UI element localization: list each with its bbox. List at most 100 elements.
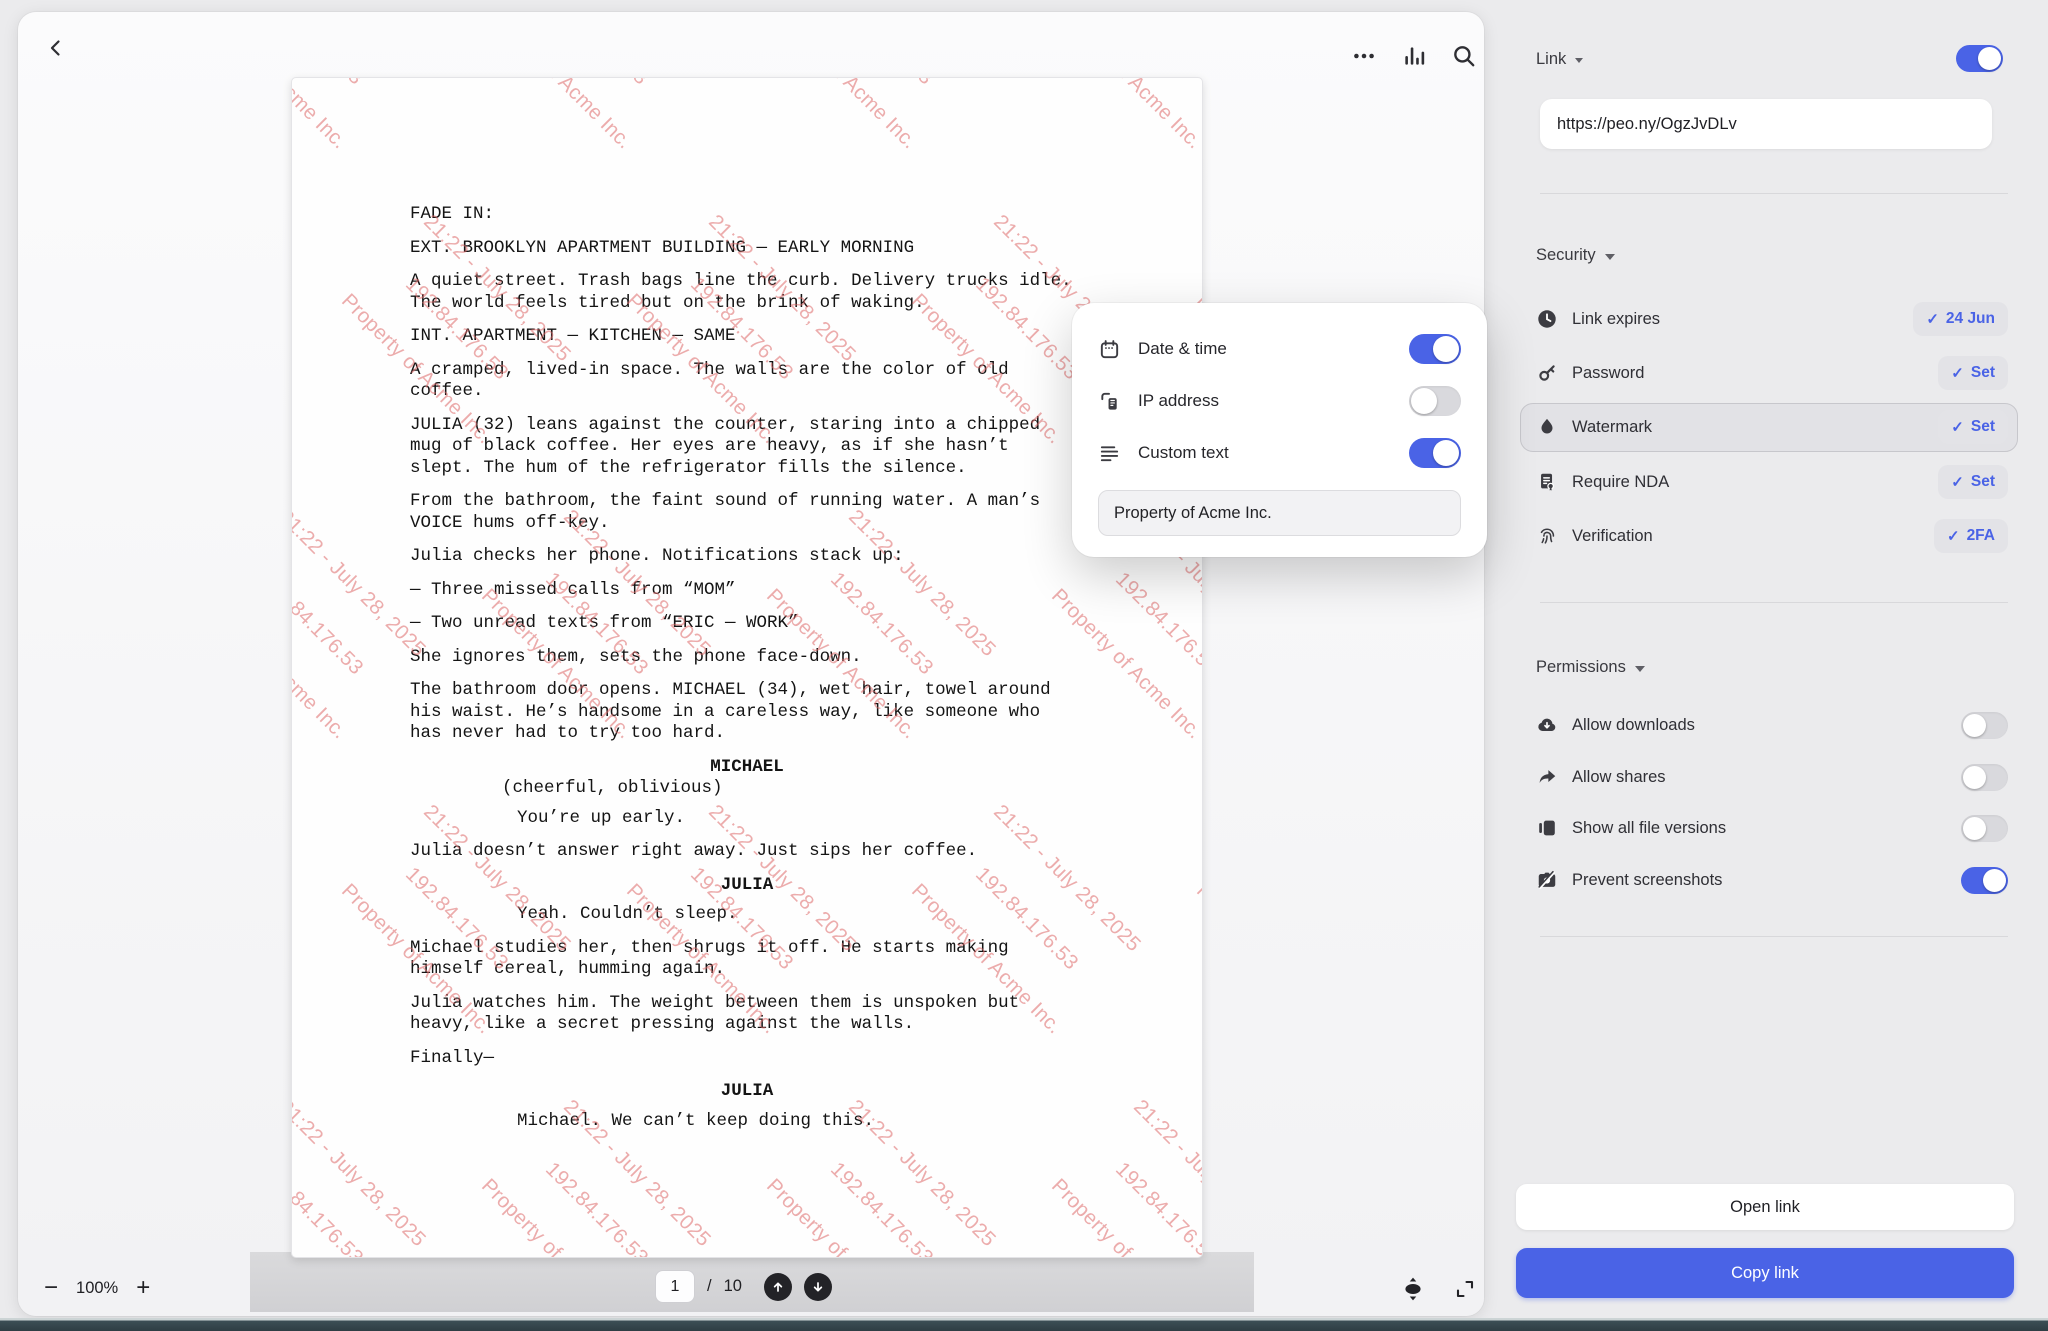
- share-link-url-input[interactable]: [1540, 99, 1992, 149]
- script-block-action: — Two unread texts from “ERIC — WORK”: [410, 613, 1084, 635]
- script-block-dialogue: Yeah. Couldn’t sleep.: [517, 904, 1084, 926]
- popup-row-custom-text[interactable]: Custom text: [1098, 429, 1461, 477]
- script-blocks: FADE IN:EXT. BROOKLYN APARTMENT BUILDING…: [292, 78, 1202, 1257]
- security-row-password[interactable]: Password Set: [1536, 353, 2008, 393]
- droplet-icon: [1536, 416, 1558, 438]
- popup-row-date-time[interactable]: Date & time: [1098, 325, 1461, 373]
- password-badge[interactable]: Set: [1938, 356, 2008, 390]
- key-icon: [1536, 362, 1558, 384]
- prevent-screenshots-toggle[interactable]: [1961, 867, 2008, 894]
- previous-page-button[interactable]: [764, 1273, 792, 1301]
- security-row-watermark[interactable]: Watermark Set: [1536, 407, 2008, 447]
- date-time-toggle[interactable]: [1409, 334, 1461, 364]
- security-row-label: Password: [1572, 364, 1644, 383]
- chevron-down-icon: [1605, 254, 1615, 260]
- security-row-verification[interactable]: Verification 2FA: [1536, 516, 2008, 556]
- arrow-down-icon: [810, 1279, 826, 1295]
- page-navigation: / 10: [655, 1270, 832, 1303]
- security-section-title: Security: [1536, 246, 1596, 265]
- back-button[interactable]: [36, 28, 76, 68]
- next-page-button[interactable]: [804, 1273, 832, 1301]
- watermark-badge[interactable]: Set: [1938, 410, 2008, 444]
- security-row-link-expires[interactable]: Link expires 24 Jun: [1536, 299, 2008, 339]
- auto-scroll-icon: [1400, 1276, 1426, 1302]
- script-block-action: The bathroom door opens. MICHAEL (34), w…: [410, 680, 1084, 745]
- script-block-character: JULIA: [410, 1081, 1084, 1103]
- permission-row-label: Allow shares: [1572, 768, 1666, 787]
- allow-downloads-toggle[interactable]: [1961, 712, 2008, 739]
- file-versions-icon: [1536, 817, 1558, 839]
- script-block-action: From the bathroom, the faint sound of ru…: [410, 491, 1084, 534]
- script-block-parenthetical: (cheerful, oblivious): [502, 778, 1084, 800]
- security-section-header[interactable]: Security: [1536, 246, 1615, 265]
- security-row-require-nda[interactable]: Require NDA Set: [1536, 462, 2008, 502]
- custom-watermark-text-input[interactable]: [1098, 490, 1461, 536]
- zoom-in-button[interactable]: +: [136, 1276, 150, 1300]
- popup-row-label: IP address: [1138, 391, 1219, 411]
- page-separator: /: [707, 1277, 712, 1296]
- zoom-controls: − 100% +: [44, 1276, 150, 1300]
- security-row-label: Require NDA: [1572, 473, 1669, 492]
- scroll-mode-button[interactable]: [1396, 1272, 1430, 1306]
- require-nda-badge[interactable]: Set: [1938, 465, 2008, 499]
- script-block-character: MICHAEL: [410, 757, 1084, 779]
- copy-link-button[interactable]: Copy link: [1516, 1248, 2014, 1298]
- search-button[interactable]: [1444, 36, 1484, 76]
- zoom-out-button[interactable]: −: [44, 1276, 58, 1300]
- link-enabled-toggle[interactable]: [1956, 45, 2003, 72]
- document-viewer-panel: FADE IN:EXT. BROOKLYN APARTMENT BUILDING…: [18, 12, 1484, 1316]
- permissions-section-header[interactable]: Permissions: [1536, 658, 1645, 677]
- arrow-up-icon: [770, 1279, 786, 1295]
- link-section-title: Link: [1536, 50, 1566, 69]
- zoom-level: 100%: [76, 1279, 118, 1298]
- document-page: FADE IN:EXT. BROOKLYN APARTMENT BUILDING…: [291, 77, 1203, 1258]
- script-block-action: — Three missed calls from “MOM”: [410, 580, 1084, 602]
- fingerprint-icon: [1536, 525, 1558, 547]
- app-window: FADE IN:EXT. BROOKLYN APARTMENT BUILDING…: [0, 0, 2048, 1331]
- expand-icon: [1453, 1277, 1477, 1301]
- no-screenshot-icon: [1536, 869, 1558, 891]
- search-icon: [1451, 43, 1477, 69]
- permission-row-label: Allow downloads: [1572, 716, 1695, 735]
- allow-shares-toggle[interactable]: [1961, 764, 2008, 791]
- chevron-down-icon: [1575, 58, 1583, 63]
- permissions-section-title: Permissions: [1536, 658, 1626, 677]
- page-number-input[interactable]: [655, 1270, 695, 1303]
- script-block-character: JULIA: [410, 875, 1084, 897]
- script-block-action: EXT. BROOKLYN APARTMENT BUILDING — EARLY…: [410, 238, 1084, 260]
- more-options-button[interactable]: [1344, 36, 1384, 76]
- script-block-action: A quiet street. Trash bags line the curb…: [410, 271, 1084, 314]
- permission-row-file-versions[interactable]: Show all file versions: [1536, 808, 2008, 848]
- script-block-dialogue: Michael. We can’t keep doing this.: [517, 1111, 1084, 1133]
- open-link-button[interactable]: Open link: [1516, 1184, 2014, 1230]
- script-block-action: Julia doesn’t answer right away. Just si…: [410, 841, 1084, 863]
- link-section-header[interactable]: Link: [1536, 50, 1583, 69]
- permission-row-prevent-screenshots[interactable]: Prevent screenshots: [1536, 860, 2008, 900]
- verification-badge[interactable]: 2FA: [1934, 519, 2008, 553]
- script-block-action: Julia watches him. The weight between th…: [410, 993, 1084, 1036]
- popup-row-label: Custom text: [1138, 443, 1229, 463]
- divider: [1540, 193, 2008, 194]
- share-settings-sidebar: Link Security Link expires 24 Jun Passwo…: [1484, 0, 2048, 1331]
- link-expires-badge[interactable]: 24 Jun: [1913, 302, 2008, 336]
- script-block-action: INT. APARTMENT — KITCHEN — SAME: [410, 326, 1084, 348]
- script-block-action: JULIA (32) leans against the counter, st…: [410, 415, 1084, 480]
- fullscreen-button[interactable]: [1448, 1272, 1482, 1306]
- analytics-button[interactable]: [1394, 36, 1434, 76]
- share-arrow-icon: [1536, 766, 1558, 788]
- permission-row-allow-downloads[interactable]: Allow downloads: [1536, 705, 2008, 745]
- calendar-icon: [1098, 338, 1120, 360]
- download-cloud-icon: [1536, 714, 1558, 736]
- bar-chart-icon: [1401, 43, 1427, 69]
- custom-text-toggle[interactable]: [1409, 438, 1461, 468]
- popup-row-label: Date & time: [1138, 339, 1227, 359]
- script-block-action: Julia checks her phone. Notifications st…: [410, 546, 1084, 568]
- divider: [1540, 936, 2008, 937]
- back-arrow-icon: [44, 36, 68, 60]
- script-block-dialogue: You’re up early.: [517, 808, 1084, 830]
- show-file-versions-toggle[interactable]: [1961, 815, 2008, 842]
- ip-address-toggle[interactable]: [1409, 386, 1461, 416]
- popup-row-ip-address[interactable]: IP address: [1098, 377, 1461, 425]
- permission-row-allow-shares[interactable]: Allow shares: [1536, 757, 2008, 797]
- chevron-down-icon: [1635, 666, 1645, 672]
